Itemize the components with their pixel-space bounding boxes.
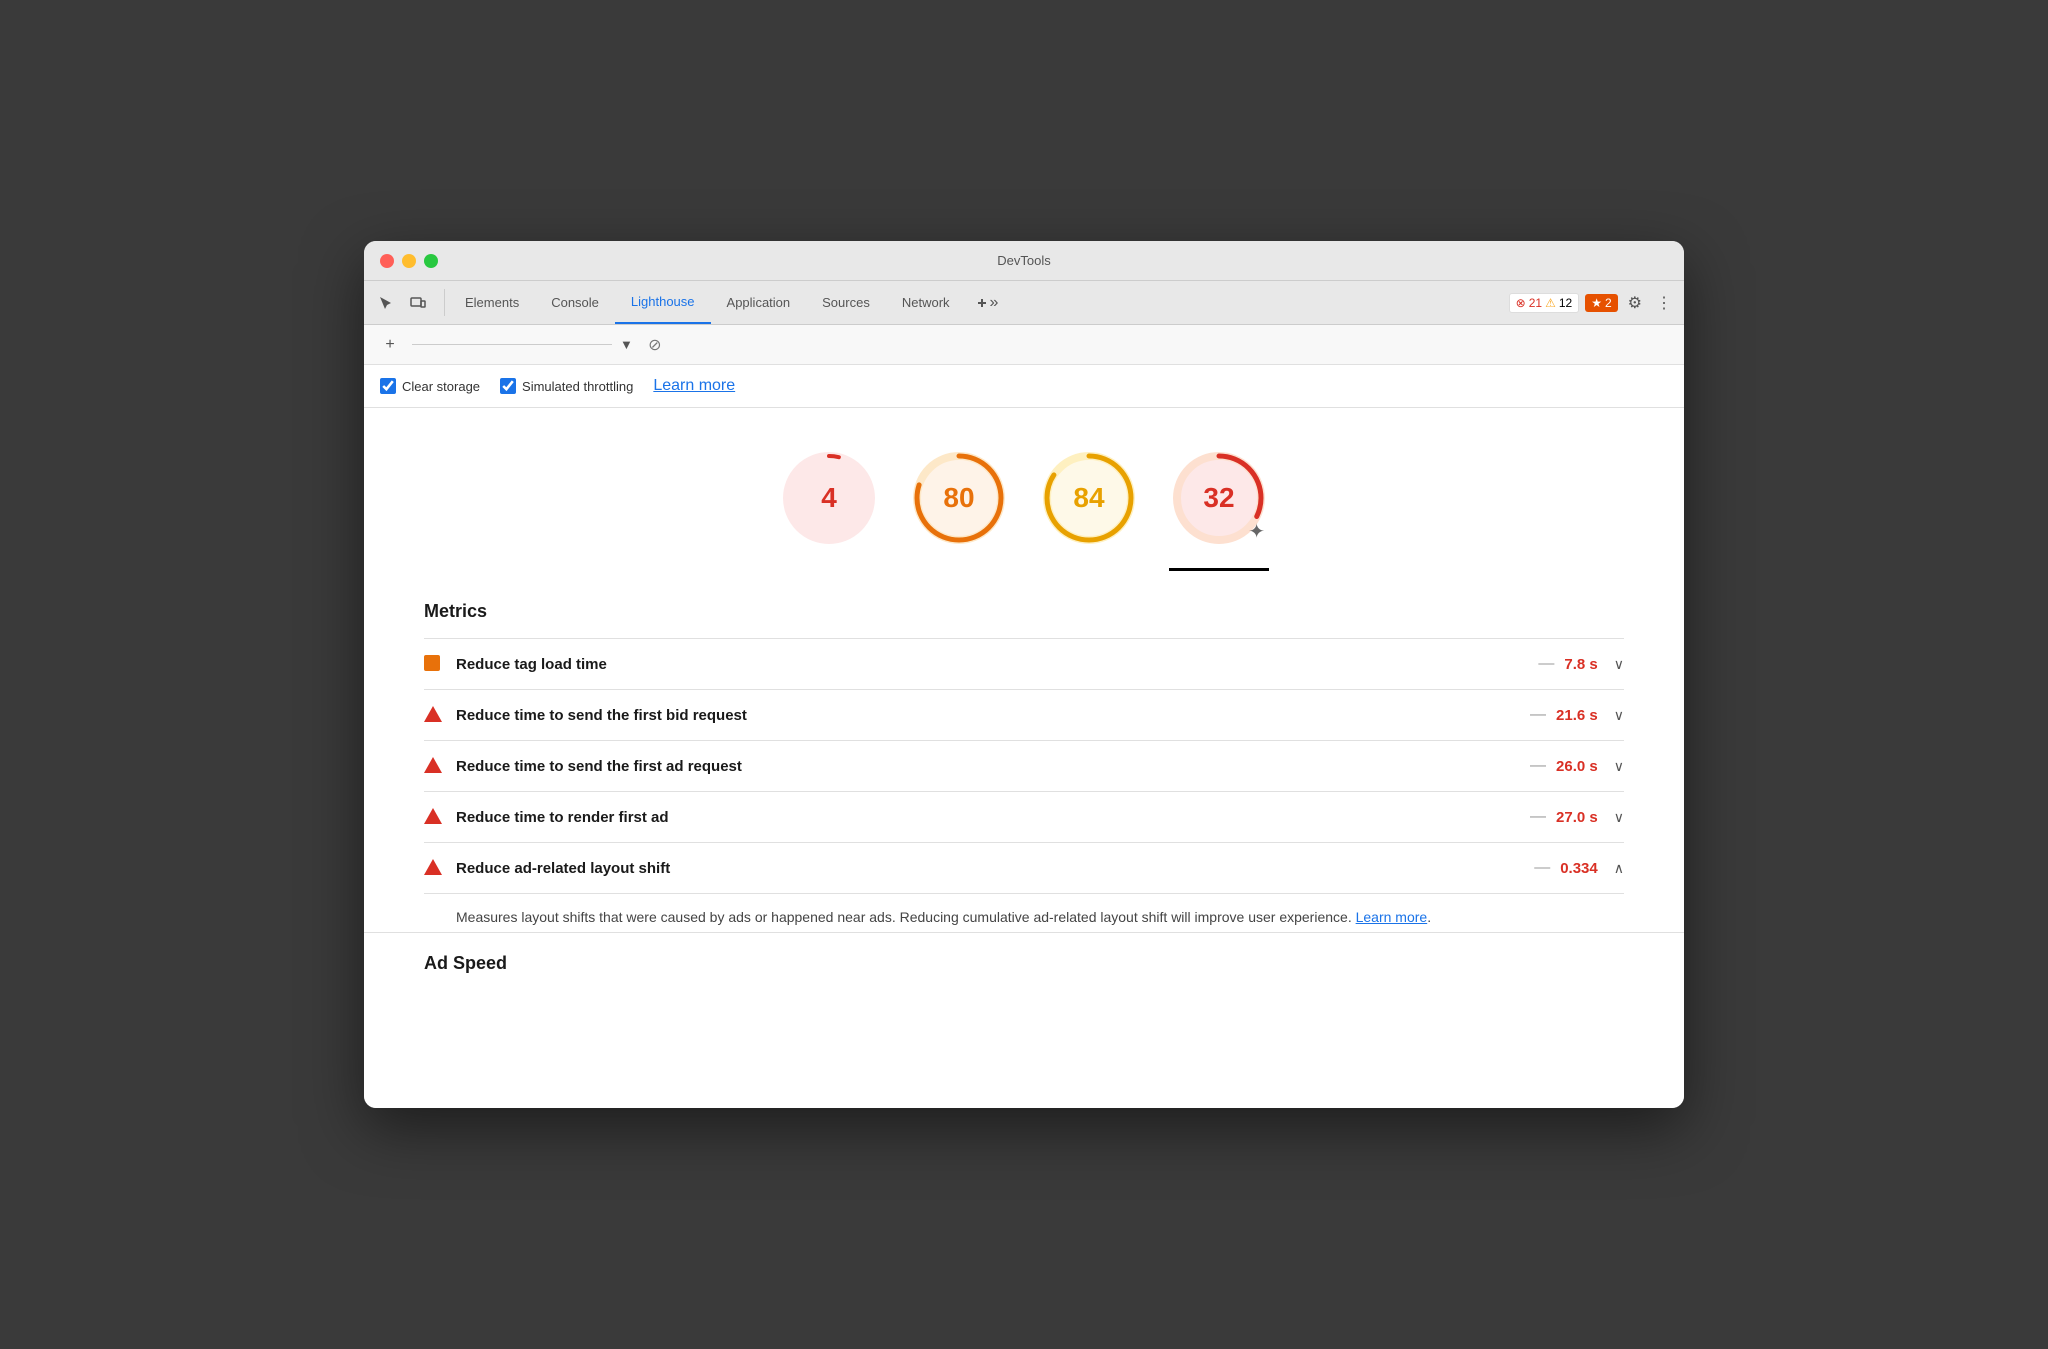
metric-row-3[interactable]: Reduce time to render first ad — 27.0 s … [424, 791, 1624, 842]
metric-label-4: Reduce ad-related layout shift [456, 860, 1530, 877]
score-circle-1: 80 [909, 448, 1009, 548]
simulated-throttling-label: Simulated throttling [522, 379, 633, 394]
metric-row-1[interactable]: Reduce time to send the first bid reques… [424, 689, 1624, 740]
simulated-throttling-checkbox[interactable] [500, 378, 516, 394]
plugin-star-icon: ✦ [1248, 519, 1265, 544]
main-content: 4 80 84 [364, 408, 1684, 1108]
score-circle-2: 84 [1039, 448, 1139, 548]
close-button[interactable] [380, 254, 394, 268]
minimize-button[interactable] [402, 254, 416, 268]
chevron-down-icon-2: ∨ [1614, 758, 1624, 775]
metric-row-2[interactable]: Reduce time to send the first ad request… [424, 740, 1624, 791]
chevron-down-icon-1: ∨ [1614, 707, 1624, 724]
metric-label-2: Reduce time to send the first ad request [456, 758, 1526, 775]
warning-icon: ⚠ [1545, 296, 1556, 310]
metric-dash-3: — [1530, 808, 1546, 826]
options-bar: Clear storage Simulated throttling Learn… [364, 365, 1684, 408]
metric-description-4: Measures layout shifts that were caused … [424, 893, 1624, 932]
tab-application[interactable]: Application [711, 281, 807, 324]
metric-label-1: Reduce time to send the first bid reques… [456, 707, 1526, 724]
score-value-2: 84 [1073, 482, 1104, 514]
traffic-lights [380, 254, 438, 268]
plugin-icon: ★ [1591, 296, 1602, 310]
tab-network[interactable]: Network [886, 281, 966, 324]
active-score-indicator [364, 568, 1684, 581]
metric-value-3: 27.0 s [1556, 809, 1598, 826]
more-options-icon[interactable]: ⋮ [1652, 289, 1676, 317]
error-icon: ⊗ [1516, 296, 1526, 310]
chevron-up-icon-4: ∧ [1614, 860, 1624, 877]
score-underline [1169, 568, 1269, 571]
toolbar: + ▼ ⊘ [364, 325, 1684, 365]
triangle-icon [424, 706, 442, 722]
score-circle-3: 32 ✦ [1169, 448, 1269, 548]
metric-row-4[interactable]: Reduce ad-related layout shift — 0.334 ∧ [424, 842, 1624, 893]
right-controls: ⊗ 21 ⚠ 12 ★ 2 ⚙ ⋮ [1509, 281, 1676, 324]
chevron-down-icon-0: ∨ [1614, 656, 1624, 673]
dropdown-arrow[interactable]: ▼ [620, 337, 633, 352]
clear-storage-checkbox[interactable] [380, 378, 396, 394]
metric-dash-2: — [1530, 757, 1546, 775]
plugin-count: 2 [1605, 296, 1612, 310]
clear-storage-option[interactable]: Clear storage [380, 378, 480, 394]
metric-learn-more-link-4[interactable]: Learn more [1356, 909, 1428, 925]
metric-label-3: Reduce time to render first ad [456, 809, 1526, 826]
block-icon[interactable]: ⊘ [641, 331, 669, 359]
tabs-bar: Elements Console Lighthouse Application … [364, 281, 1684, 325]
metric-icon-2 [424, 757, 442, 775]
metric-label-0: Reduce tag load time [456, 656, 1534, 673]
clear-storage-label: Clear storage [402, 379, 480, 394]
metric-icon-3 [424, 808, 442, 826]
metric-dash-4: — [1534, 859, 1550, 877]
metrics-title: Metrics [424, 581, 1624, 638]
metric-icon-0 [424, 655, 442, 673]
metric-row-0[interactable]: Reduce tag load time — 7.8 s ∨ [424, 638, 1624, 689]
metric-dash-1: — [1530, 706, 1546, 724]
score-value-1: 80 [943, 482, 974, 514]
tab-separator [444, 289, 445, 316]
metric-dash-0: — [1538, 655, 1554, 673]
square-icon [424, 655, 440, 671]
tab-elements[interactable]: Elements [449, 281, 535, 324]
devtools-window: DevTools Elements Console Lighthous [364, 241, 1684, 1108]
metric-value-4: 0.334 [1560, 860, 1598, 877]
more-tabs-button[interactable]: » [966, 281, 1007, 324]
tab-console[interactable]: Console [535, 281, 615, 324]
settings-icon[interactable]: ⚙ [1624, 289, 1646, 317]
device-toggle-icon[interactable] [404, 289, 432, 317]
score-value-0: 4 [821, 482, 837, 514]
error-badge[interactable]: ⊗ 21 ⚠ 12 [1509, 293, 1580, 313]
triangle-icon [424, 808, 442, 824]
cursor-icon[interactable] [372, 289, 400, 317]
tab-sources[interactable]: Sources [806, 281, 886, 324]
error-count: 21 [1529, 296, 1542, 310]
metric-value-2: 26.0 s [1556, 758, 1598, 775]
metric-value-0: 7.8 s [1564, 656, 1597, 673]
triangle-icon [424, 859, 442, 875]
plugin-badge[interactable]: ★ 2 [1585, 294, 1617, 312]
scores-section: 4 80 84 [364, 408, 1684, 568]
metric-value-1: 21.6 s [1556, 707, 1598, 724]
score-circle-0: 4 [779, 448, 879, 548]
learn-more-link[interactable]: Learn more [653, 377, 735, 395]
metric-row-4-container: Reduce ad-related layout shift — 0.334 ∧… [424, 842, 1624, 932]
warning-count: 12 [1559, 296, 1572, 310]
window-title: DevTools [997, 253, 1050, 268]
title-bar: DevTools [364, 241, 1684, 281]
chevron-down-icon-3: ∨ [1614, 809, 1624, 826]
add-button[interactable]: + [376, 331, 404, 359]
maximize-button[interactable] [424, 254, 438, 268]
simulated-throttling-option[interactable]: Simulated throttling [500, 378, 633, 394]
tab-lighthouse[interactable]: Lighthouse [615, 281, 711, 324]
ad-speed-title: Ad Speed [364, 932, 1684, 994]
metric-icon-1 [424, 706, 442, 724]
tab-toolbar-icons [372, 281, 432, 324]
metric-icon-4 [424, 859, 442, 877]
metrics-section: Metrics Reduce tag load time — 7.8 s ∨ R… [364, 581, 1684, 932]
triangle-icon [424, 757, 442, 773]
score-value-3: 32 [1203, 482, 1234, 514]
